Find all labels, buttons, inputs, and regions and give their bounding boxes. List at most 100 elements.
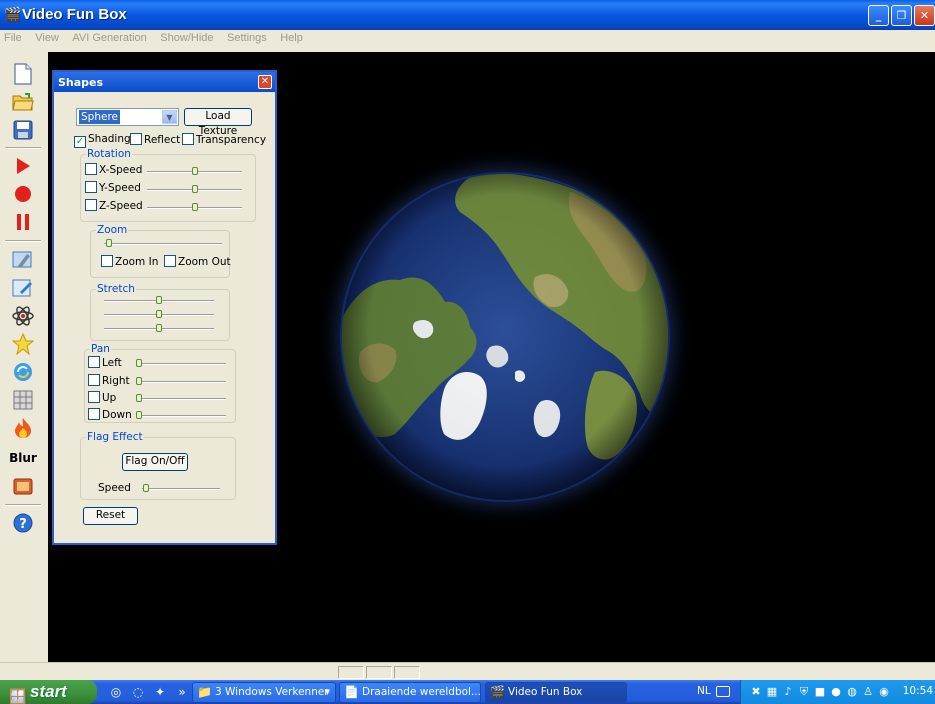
flag-toggle-button[interactable]: Flag On/Off (122, 453, 188, 471)
language-indicator[interactable]: NL (697, 685, 711, 697)
task-draaiende-wereldbol[interactable]: 📄 Draaiende wereldbol.... (339, 682, 481, 703)
quicklaunch-browser-icon[interactable]: ◌ (130, 684, 146, 700)
x-speed-slider-thumb[interactable] (192, 167, 198, 175)
maximize-button[interactable]: ❐ (891, 5, 912, 26)
y-speed-option[interactable]: Y-Speed (85, 181, 141, 194)
chevron-down-icon[interactable]: ▼ (162, 110, 177, 124)
zoom-out-label: Zoom Out (178, 256, 231, 268)
z-speed-slider-thumb[interactable] (192, 203, 198, 211)
y-speed-checkbox[interactable] (85, 181, 97, 193)
grid-icon[interactable] (8, 386, 38, 414)
tv-icon[interactable] (8, 472, 38, 500)
transparency-checkbox[interactable] (182, 133, 194, 145)
keyboard-icon[interactable] (716, 686, 730, 697)
x-speed-option[interactable]: X-Speed (85, 163, 142, 176)
task-windows-explorer[interactable]: 📁 3 Windows Verkenner ▾ (192, 682, 336, 703)
menu-avi-generation[interactable]: AVI Generation (67, 30, 151, 46)
zoom-in-option[interactable]: Zoom In (101, 255, 158, 268)
reflect-checkbox[interactable] (130, 133, 142, 145)
start-button[interactable]: 🪟 start (0, 680, 97, 704)
pan-left-slider[interactable] (136, 363, 226, 365)
pan-right-option[interactable]: Right (88, 374, 130, 387)
stretch-slider-3-thumb[interactable] (156, 324, 162, 332)
atom-icon[interactable] (8, 302, 38, 330)
task-label: 3 Windows Verkenner (215, 686, 329, 698)
pan-up-option[interactable]: Up (88, 391, 116, 404)
window-title: Video Fun Box (22, 6, 127, 23)
tray-security-icon[interactable]: ⛨ (797, 684, 811, 699)
pan-up-slider[interactable] (136, 398, 226, 400)
minimize-button[interactable]: _ (868, 5, 889, 26)
tray-messenger-icon[interactable]: ◉ (877, 684, 891, 699)
menu-show-hide[interactable]: Show/Hide (155, 30, 218, 46)
tray-update-icon[interactable]: ◍ (845, 684, 859, 699)
pan-down-slider[interactable] (136, 415, 226, 417)
pan-left-slider-thumb[interactable] (136, 359, 142, 367)
shading-checkbox[interactable]: ✓ (74, 136, 86, 148)
menu-help[interactable]: Help (275, 30, 308, 46)
flag-speed-slider[interactable] (142, 488, 220, 490)
zoom-slider[interactable] (104, 243, 222, 245)
blur-icon[interactable]: Blur (8, 444, 38, 472)
tray-flag-icon[interactable]: ✖ (749, 684, 763, 699)
z-speed-checkbox[interactable] (85, 199, 97, 211)
flag-speed-slider-thumb[interactable] (143, 484, 149, 492)
document-icon: 📄 (344, 685, 359, 699)
pan-up-checkbox[interactable] (88, 391, 100, 403)
tray-network-icon[interactable]: ▦ (765, 684, 779, 699)
x-speed-checkbox[interactable] (85, 163, 97, 175)
pan-up-label: Up (102, 392, 117, 404)
shapes-panel-titlebar[interactable]: Shapes ✕ (54, 72, 275, 92)
panel-close-button[interactable]: ✕ (258, 75, 272, 89)
clock[interactable]: 10:54 (903, 685, 933, 697)
quicklaunch-overflow-icon[interactable]: » (174, 684, 190, 700)
task-video-fun-box[interactable]: 🎬 Video Fun Box (485, 682, 627, 703)
pan-down-checkbox[interactable] (88, 408, 100, 420)
shading-option[interactable]: ✓ Shading (74, 133, 131, 148)
new-document-icon[interactable] (8, 60, 38, 88)
title-bar[interactable]: 🎬 Video Fun Box _ ❐ ✕ (0, 0, 935, 30)
tray-sound-icon[interactable]: ♪ (781, 684, 795, 699)
edit-image-icon[interactable] (8, 274, 38, 302)
zoom-in-checkbox[interactable] (101, 255, 113, 267)
pan-down-option[interactable]: Down (88, 408, 132, 421)
z-speed-option[interactable]: Z-Speed (85, 199, 143, 212)
record-icon[interactable] (8, 180, 38, 208)
pan-left-option[interactable]: Left (88, 356, 122, 369)
zoom-slider-thumb[interactable] (106, 239, 112, 247)
tray-status-icon[interactable]: ● (829, 684, 843, 699)
save-icon[interactable] (8, 116, 38, 144)
transparency-option[interactable]: Transparency (182, 133, 266, 146)
stretch-slider-2-thumb[interactable] (156, 310, 162, 318)
shape-select[interactable]: Sphere ▼ (76, 108, 179, 126)
close-button[interactable]: ✕ (914, 5, 935, 26)
refresh-icon[interactable] (8, 358, 38, 386)
star-icon[interactable] (8, 330, 38, 358)
zoom-out-option[interactable]: Zoom Out (164, 255, 231, 268)
pan-up-slider-thumb[interactable] (136, 394, 142, 402)
pause-icon[interactable] (8, 208, 38, 236)
play-icon[interactable] (8, 152, 38, 180)
zoom-out-checkbox[interactable] (164, 255, 176, 267)
pan-left-checkbox[interactable] (88, 356, 100, 368)
menu-settings[interactable]: Settings (222, 30, 272, 46)
pan-right-slider[interactable] (136, 381, 226, 383)
open-folder-icon[interactable] (8, 88, 38, 116)
reset-button[interactable]: Reset (83, 507, 138, 525)
reflect-option[interactable]: Reflect (130, 133, 180, 146)
pan-down-slider-thumb[interactable] (136, 411, 142, 419)
load-texture-button[interactable]: Load Texture (184, 108, 252, 137)
menu-view[interactable]: View (30, 30, 64, 46)
quicklaunch-ie-icon[interactable]: ◎ (108, 684, 124, 700)
help-icon[interactable]: ? (8, 509, 38, 537)
quicklaunch-app-icon[interactable]: ✦ (152, 684, 168, 700)
stretch-slider-1-thumb[interactable] (156, 296, 162, 304)
menu-file[interactable]: File (0, 30, 27, 46)
fire-icon[interactable] (8, 414, 38, 442)
pan-right-checkbox[interactable] (88, 374, 100, 386)
paint-icon[interactable] (8, 245, 38, 273)
pan-right-slider-thumb[interactable] (136, 377, 142, 385)
y-speed-slider-thumb[interactable] (192, 185, 198, 193)
tray-antivirus-icon[interactable]: ■ (813, 684, 827, 699)
tray-user-icon[interactable]: ♙ (861, 684, 875, 699)
